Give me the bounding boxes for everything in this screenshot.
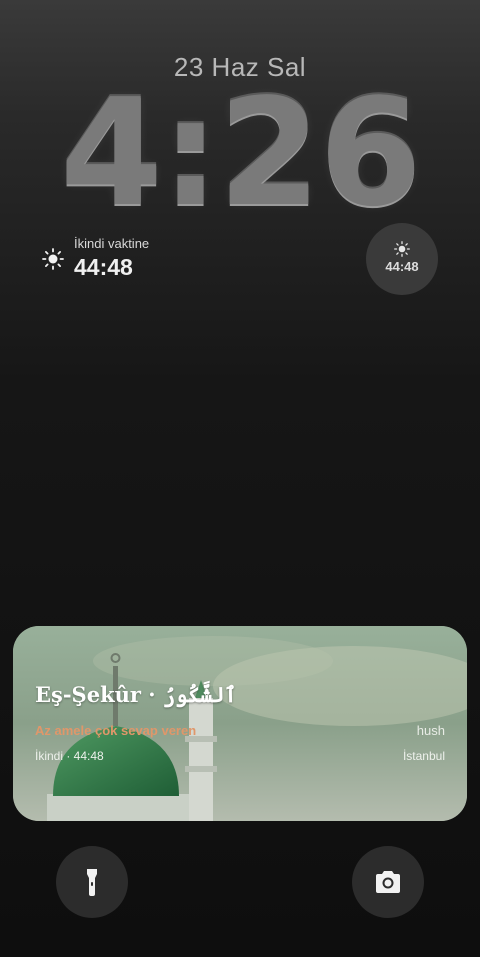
widget-title: İkindi vaktine bbox=[74, 236, 150, 251]
prayer-countdown-widget[interactable]: İkindi vaktine 44:48 bbox=[42, 234, 242, 284]
camera-button[interactable] bbox=[352, 846, 424, 918]
city-label: İstanbul bbox=[402, 749, 445, 763]
flashlight-button[interactable] bbox=[56, 846, 128, 918]
esma-title: Eş-Şekûr · ٱلشَّكُورُ bbox=[35, 682, 237, 707]
circular-countdown-widget[interactable]: 44:48 bbox=[366, 223, 438, 295]
widget-countdown: 44:48 bbox=[74, 254, 133, 280]
app-brand: hush bbox=[416, 723, 445, 738]
esma-meaning: Az amele çok sevap veren bbox=[35, 723, 197, 738]
flashlight-icon bbox=[87, 869, 97, 896]
clock: 4:26 bbox=[59, 67, 422, 239]
camera-icon bbox=[376, 871, 400, 893]
sun-icon bbox=[394, 241, 410, 257]
circle-countdown: 44:48 bbox=[385, 259, 419, 274]
prayer-time-info: İkindi · 44:48 bbox=[35, 749, 104, 763]
sun-icon bbox=[42, 248, 64, 270]
esma-notification-card[interactable]: Eş-Şekûr · ٱلشَّكُورُ Az amele çok sevap… bbox=[13, 626, 467, 821]
